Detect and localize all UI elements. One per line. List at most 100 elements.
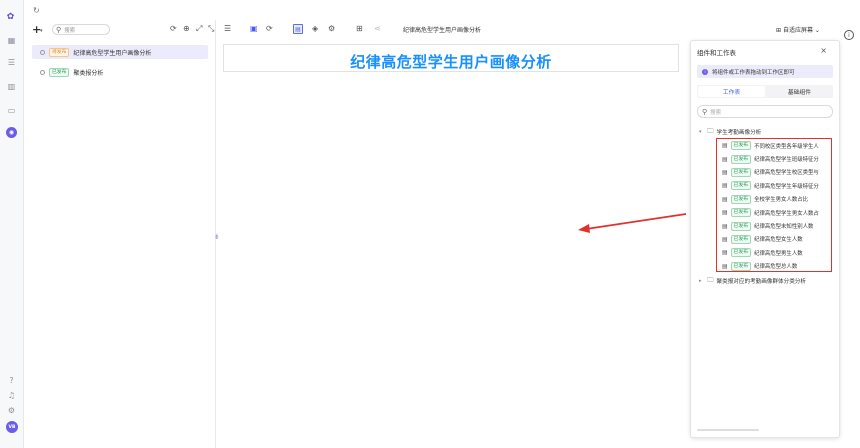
horizontal-scrollbar[interactable] [697,429,759,431]
title-component[interactable]: 纪律高危型学生用户画像分析 [223,44,679,72]
preview-icon[interactable]: ⊞ [356,24,363,33]
refresh-icon[interactable]: ⟳ [266,24,273,33]
worksheet-item[interactable]: ▤ 已发布 不同校区类型各年级学生人 [717,139,831,152]
worksheet-item[interactable]: ▤ 已发布 纪律高危型学生男女人数占 [717,206,831,219]
worksheet-item[interactable]: ▤ 已发布 纪律高危型男生人数 [717,246,831,259]
settings-icon[interactable]: ⚙ [328,24,335,33]
canvas-area[interactable]: 纪律高危型学生用户画像分析 [216,40,684,448]
app-logo-icon[interactable]: ✿ [4,10,17,23]
status-badge: 已发布 [730,181,752,191]
worksheet-label: 纪律高危型学生班级特征分 [754,157,819,164]
caret-down-icon[interactable]: ▾ [699,129,704,135]
tab-basic-components[interactable]: 基础组件 [766,85,833,98]
avatar[interactable]: VB [6,421,18,433]
hint-bar: i 将组件或工作表拖动到工作区即可 [697,65,833,78]
worksheet-item[interactable]: ▤ 已发布 纪律高危型未知性别人数 [717,219,831,232]
grid-icon[interactable]: ▦ [5,34,18,47]
status-badge: 已发布 [730,154,752,164]
filter-icon[interactable]: ◈ [312,24,318,33]
search-icon: ⚲ [56,25,62,34]
tab-worksheets[interactable]: 工作表 [698,86,765,97]
settings-icon[interactable]: ⚙ [5,404,18,417]
status-circle-icon [40,69,45,75]
expand-icon[interactable]: ⤢ [196,24,202,34]
layout-select[interactable]: ⊞ 自适应屏幕 ⌄ [776,25,820,34]
chart-icon[interactable]: ▥ [5,80,18,93]
help-icon[interactable]: ? [5,374,18,387]
folder-label: 聚类报对应的考勤画像群体分类分析 [716,279,807,285]
status-badge: 已发布 [730,261,752,271]
drag-handle-icon[interactable]: ⇟ [214,233,220,241]
menu-icon[interactable]: ☰ [224,24,231,33]
list-item-label: 纪律高危型学生用户画像分析 [73,49,152,57]
panel-title: 组件和工作表 [697,49,736,57]
status-badge: 已发布 [730,141,752,151]
status-badge: 已发布 [730,248,752,258]
list-item-label: 聚类报分析 [73,69,104,77]
worksheet-label: 纪律高危型学生男女人数占 [754,210,819,217]
worksheet-label: 不同校区类型各年级学生人 [754,143,819,150]
sheet-icon: ▤ [722,249,728,257]
worksheet-item[interactable]: ▤ 已发布 纪律高危型学生校区类型与 [717,166,831,179]
share-icon[interactable]: ⋖ [374,24,381,33]
add-dropdown-icon[interactable]: ▾ [40,28,43,34]
avatar-text: VB [8,424,16,430]
sync-icon[interactable]: ⟳ [170,24,177,33]
worksheet-item[interactable]: ▤ 已发布 全校学生男女人数占比 [717,193,831,206]
panel-search-input[interactable]: ⚲ 搜索 [697,105,833,118]
worksheet-item[interactable]: ▤ 已发布 纪律高危型总人数 [717,260,831,271]
dashboard-icon[interactable]: ◉ [6,127,17,138]
worksheet-label: 纪律高危型学生年级特征分 [754,183,819,190]
bell-icon[interactable]: ♫ [5,389,18,402]
annotation-arrow [578,213,687,233]
sheet-icon: ▤ [722,235,728,243]
database-icon[interactable]: ☰ [5,56,18,69]
search-placeholder: 搜索 [710,109,722,116]
dashboard-list-panel: + ▾ ⚲ 搜索 ⟳ ⊕ ⤢ ⤡ 待发布 纪律高危型学生用户画像分析 已发布 聚… [24,20,216,448]
info-icon[interactable]: i [844,30,854,40]
worksheet-item[interactable]: ▤ 已发布 纪律高危型女生人数 [717,233,831,246]
components-panel: 组件和工作表 × i 将组件或工作表拖动到工作区即可 工作表 基础组件 ⚲ 搜索… [690,40,840,438]
info-dot-icon: i [702,68,708,75]
collapse-icon[interactable]: ⤡ [208,24,214,34]
locate-icon[interactable]: ⊕ [183,24,190,33]
layout-label: 自适应屏幕 [782,27,813,34]
folder-row[interactable]: ▸ 🗀 聚类报对应的考勤画像群体分类分析 [699,276,806,286]
worksheet-label: 纪律高危型女生人数 [754,237,803,244]
app-root: ✿ ▦ ☰ ▥ ▭ ◉ ? ♫ ⚙ VB ↻ + ▾ ⚲ 搜索 ⟳ ⊕ ⤢ ⤡ … [0,0,860,448]
status-badge: 待发布 [49,47,70,57]
sheet-icon: ▤ [722,155,728,163]
dashboard-title: 纪律高危型学生用户画像分析 [403,27,482,34]
worksheet-list: ▤ 已发布 不同校区类型各年级学生人 ▤ 已发布 纪律高危型学生班级特征分 ▤ 已发布 纪律… [716,138,832,272]
caret-right-icon[interactable]: ▸ [699,278,704,284]
left-rail: ✿ ▦ ☰ ▥ ▭ ◉ ? ♫ ⚙ VB [0,0,24,448]
close-icon[interactable]: × [820,46,827,55]
status-badge: 已发布 [730,208,752,218]
folder-icon: 🗀 [707,126,714,135]
search-icon: ⚲ [702,107,708,116]
list-item[interactable]: 待发布 纪律高危型学生用户画像分析 [32,45,208,59]
list-toolbar: + ▾ ⚲ 搜索 ⟳ ⊕ ⤢ ⤡ [24,20,216,40]
list-search-input[interactable]: ⚲ 搜索 [52,24,110,35]
status-badge: 已发布 [730,221,752,231]
layout-icon[interactable]: ▤ [293,24,303,34]
folder-icon[interactable]: ▭ [5,104,18,117]
hint-text: 将组件或工作表拖动到工作区即可 [712,69,795,76]
folder-row[interactable]: ▾ 🗀 学生考勤画像分析 [699,127,761,137]
list-item[interactable]: 已发布 聚类报分析 [32,65,208,79]
sheet-icon: ▤ [722,182,728,190]
sheet-icon: ▤ [722,209,728,217]
worksheet-item[interactable]: ▤ 已发布 纪律高危型学生班级特征分 [717,152,831,165]
worksheet-label: 全校学生男女人数占比 [754,197,808,204]
folder-label: 学生考勤画像分析 [716,130,762,136]
sheet-icon: ▤ [722,262,728,270]
worksheet-item[interactable]: ▤ 已发布 纪律高危型学生年级特征分 [717,179,831,192]
save-icon[interactable]: ▣ [250,24,258,33]
sheet-icon: ▤ [722,222,728,230]
panel-tabs: 工作表 基础组件 [697,85,833,98]
status-badge: 已发布 [730,167,752,177]
sheet-icon: ▤ [722,142,728,150]
refresh-icon[interactable]: ↻ [33,6,40,15]
status-badge: 已发布 [730,234,752,244]
status-badge: 已发布 [730,194,752,204]
